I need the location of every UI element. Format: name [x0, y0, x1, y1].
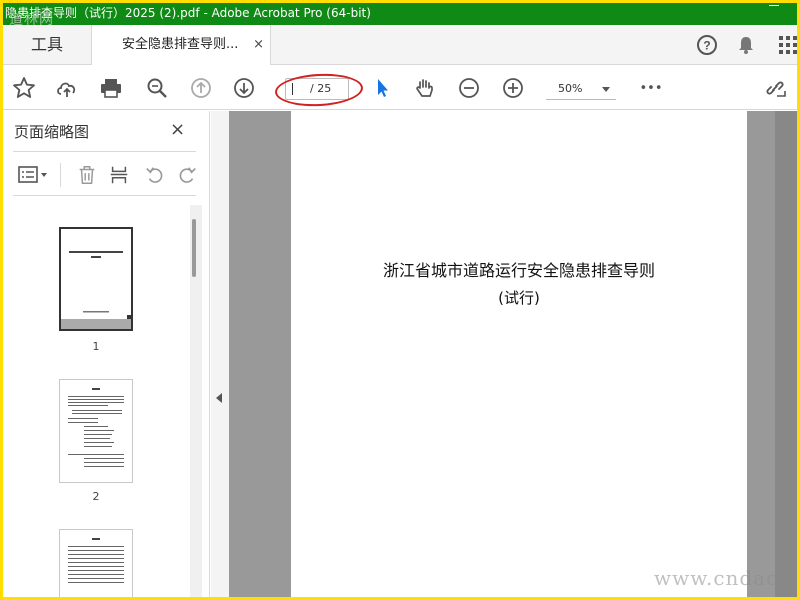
- app-window: 隐患排查导则（试行）2025 (2).pdf - Adobe Acrobat P…: [3, 3, 797, 597]
- zoom-out-icon[interactable]: [454, 73, 484, 103]
- main-toolbar: / 25 50% •••: [3, 66, 797, 110]
- thumbnail-page-3-preview: [68, 538, 124, 583]
- rotate-right-icon[interactable]: [173, 163, 201, 187]
- hand-icon[interactable]: [410, 73, 440, 103]
- watermark-url: www.cndac: [654, 566, 779, 590]
- divider: [60, 163, 61, 187]
- insert-page-icon[interactable]: [105, 163, 133, 187]
- thumbnails-panel: 页面缩略图 × 1 2: [3, 111, 210, 597]
- document-page: 浙江省城市道路运行安全隐患排查导则 (试行): [291, 111, 747, 597]
- collapse-arrow-icon[interactable]: [216, 393, 222, 403]
- svg-text:?: ?: [703, 39, 710, 53]
- rotate-left-icon[interactable]: [141, 163, 169, 187]
- page-down-icon[interactable]: [229, 73, 259, 103]
- viewer-scrollbar[interactable]: [775, 111, 797, 597]
- thumbnail-page-2-preview: [68, 388, 124, 467]
- title-bar: 隐患排查导则（试行）2025 (2).pdf - Adobe Acrobat P…: [3, 3, 797, 25]
- apps-grid-icon[interactable]: [773, 25, 797, 65]
- panel-title: 页面缩略图: [14, 123, 90, 141]
- window-title: 隐患排查导则（试行）2025 (2).pdf - Adobe Acrobat P…: [5, 6, 371, 20]
- delete-icon[interactable]: [73, 163, 101, 187]
- thumbnail-page-1[interactable]: [59, 227, 133, 331]
- document-subtitle: (试行): [498, 289, 540, 307]
- page-up-icon[interactable]: [186, 73, 216, 103]
- panel-collapse-strip[interactable]: [211, 111, 229, 597]
- bell-icon[interactable]: [731, 25, 761, 65]
- zoom-select[interactable]: 50%: [546, 78, 616, 100]
- tab-bar: 工具 安全隐患排查导则... × ?: [3, 25, 797, 65]
- star-icon[interactable]: [9, 73, 39, 103]
- page-options-icon[interactable]: [15, 163, 51, 187]
- help-icon[interactable]: ?: [692, 25, 722, 65]
- divider: [13, 151, 196, 152]
- document-viewer[interactable]: 浙江省城市道路运行安全隐患排查导则 (试行): [229, 111, 797, 597]
- thumbnail-page-3[interactable]: [59, 529, 133, 597]
- panel-close-icon[interactable]: ×: [170, 119, 185, 140]
- thumbnail-page-1-preview: [61, 229, 131, 329]
- share-link-icon[interactable]: [760, 73, 790, 103]
- select-cursor-icon[interactable]: [367, 73, 397, 103]
- tab-document[interactable]: 安全隐患排查导则... ×: [91, 25, 271, 65]
- tab-document-label: 安全隐患排查导则...: [122, 37, 239, 52]
- divider: [13, 195, 196, 196]
- zoom-value: 50%: [558, 82, 583, 95]
- thumbnail-label: 1: [92, 340, 100, 353]
- thumbnail-label: 2: [92, 490, 100, 503]
- panel-scrollbar-thumb[interactable]: [192, 219, 196, 277]
- print-icon[interactable]: [96, 73, 126, 103]
- tab-close-icon[interactable]: ×: [253, 25, 264, 65]
- tab-tools[interactable]: 工具: [3, 25, 91, 65]
- upload-cloud-icon[interactable]: [52, 73, 82, 103]
- document-title: 浙江省城市道路运行安全隐患排查导则: [382, 261, 655, 280]
- search-zoom-icon[interactable]: [142, 73, 172, 103]
- zoom-in-icon[interactable]: [498, 73, 528, 103]
- more-icon[interactable]: •••: [636, 73, 666, 103]
- chevron-down-icon: [602, 87, 610, 92]
- thumbnail-page-2[interactable]: [59, 379, 133, 483]
- minimize-icon[interactable]: [769, 5, 779, 6]
